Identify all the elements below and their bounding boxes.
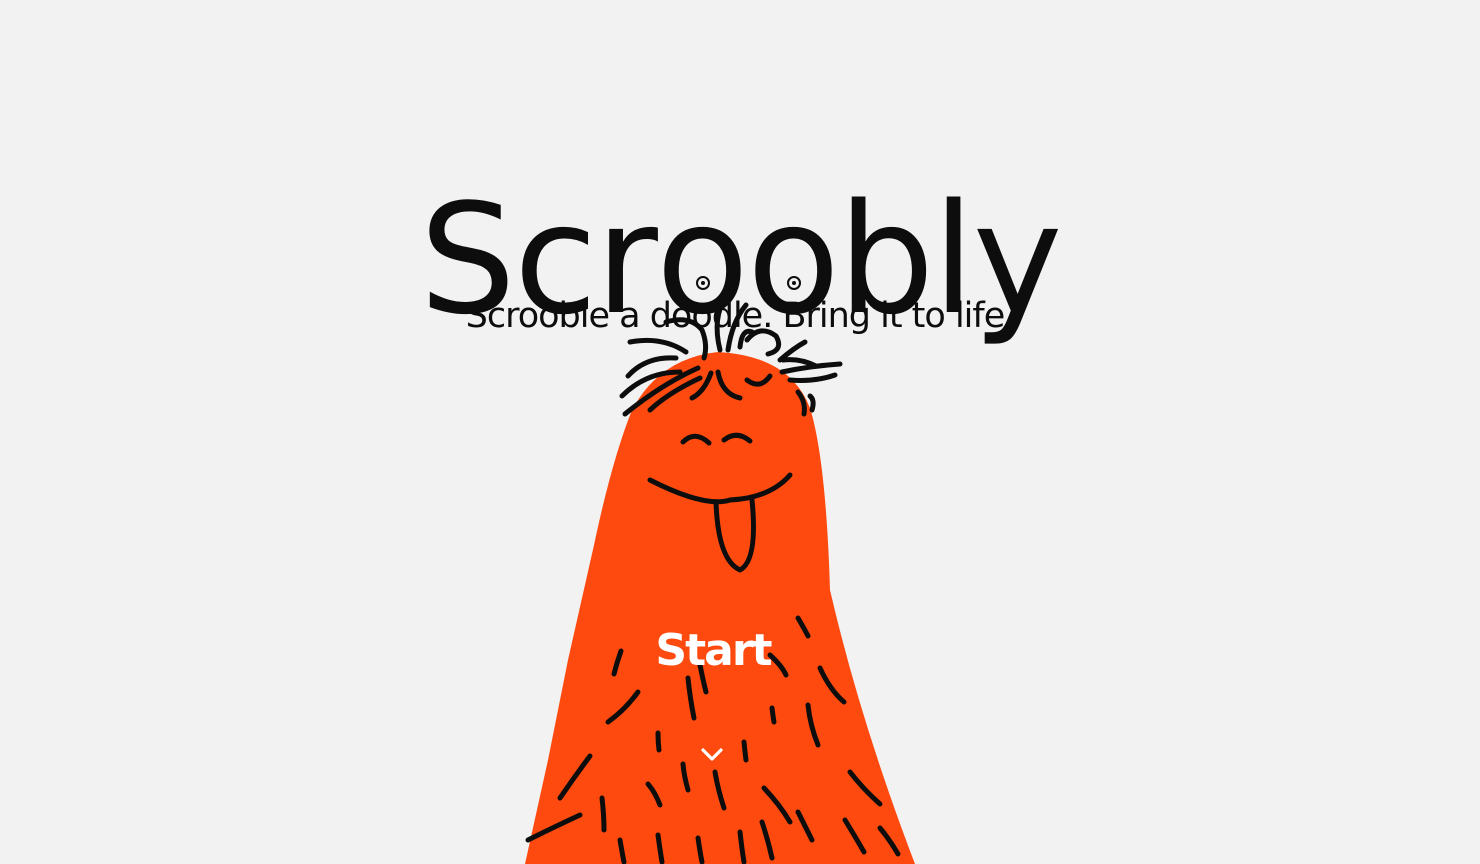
doodle-monster-illustration bbox=[525, 293, 915, 864]
tagline: Scrooble a doodle. Bring it to life. bbox=[465, 296, 1016, 336]
chevron-down-icon bbox=[701, 748, 723, 761]
scroll-down-button[interactable] bbox=[696, 744, 728, 768]
start-button[interactable]: Start bbox=[640, 622, 786, 680]
landing-page: Scro o bly Scrooble a doodle. Bring it to … bbox=[0, 0, 1480, 864]
